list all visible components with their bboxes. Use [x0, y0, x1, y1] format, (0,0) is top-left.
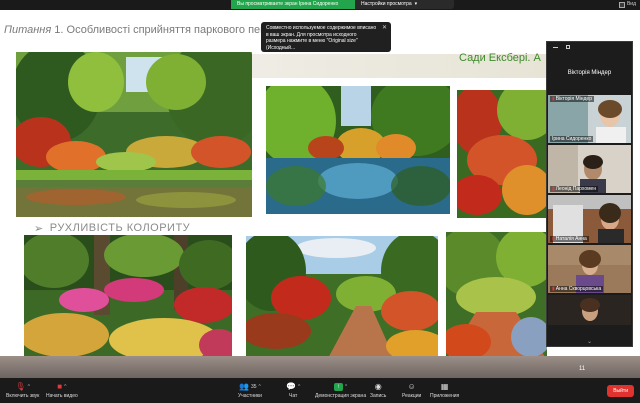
slide-page-number: 11 [579, 366, 586, 372]
participants-video-panel: Вікторія Міндер ▮Вікторія Міндер Ірина С… [546, 41, 633, 347]
unmute-label: Включить звук [6, 393, 40, 399]
mic-muted-icon: ▮ [552, 236, 555, 242]
section-heading: ➢ РУХЛИВІСТЬ КОЛОРИТУ [34, 222, 190, 235]
view-button[interactable]: Вид [618, 1, 636, 8]
mic-off-icon: 🎙 [15, 382, 26, 391]
reactions-button[interactable]: ☺ Реакции [402, 381, 421, 399]
smiley-icon: ☺ [407, 382, 416, 391]
mic-muted-icon: ▮ [552, 186, 555, 192]
close-icon[interactable]: ✕ [382, 25, 387, 32]
participants-button[interactable]: 👥 35 ^ Участники [238, 381, 262, 399]
chevron-up-icon[interactable]: ^ [259, 384, 261, 390]
top-share-bar: Вы просматриваете экран Ірина Сидоренко … [0, 0, 640, 10]
zoom-meeting-window: Вы просматриваете экран Ірина Сидоренко … [0, 0, 640, 403]
participant-name: ▮Анна Скворцовська [550, 286, 604, 292]
apps-label: Приложения [430, 393, 460, 399]
meeting-toolbar: 🎙 ^ Включить звук ■ ^ Начать видео 👥 35 ^ Уч… [0, 379, 640, 403]
apps-icon: ▦ [440, 382, 449, 391]
record-button[interactable]: ◉ Запись [370, 381, 386, 399]
video-off-icon: ■ [57, 382, 63, 391]
unmute-button[interactable]: 🎙 ^ Включить звук [6, 381, 39, 399]
panel-header [547, 42, 632, 52]
screen-share-pill: Вы просматриваете экран Ірина Сидоренко … [231, 0, 454, 9]
view-options-label: Настройки просмотра [361, 1, 412, 7]
chat-button[interactable]: 💬 ^ Чат [286, 381, 300, 399]
chevron-up-icon[interactable]: ^ [345, 384, 347, 390]
garden-photo-path [246, 236, 438, 362]
host-video-tile[interactable]: Вікторія Міндер [547, 52, 632, 94]
garden-photo-pond [266, 86, 450, 214]
reactions-label: Реакции [402, 393, 422, 399]
people-icon: 👥 [239, 382, 249, 391]
bullet-arrow-icon: ➢ [34, 223, 44, 235]
fit-screen-tooltip: Совместно используемое содержимое вписан… [261, 22, 391, 52]
garden-photo-lake [16, 52, 252, 217]
share-screen-button[interactable]: ↑ ^ Демонстрация экрана [315, 381, 366, 399]
record-icon: ◉ [374, 382, 382, 391]
video-tile[interactable]: ▮Вікторія Міндер Ірина Сидоренко [548, 95, 631, 143]
garden-photo-red-foliage [457, 90, 547, 218]
chevron-down-icon[interactable]: ⌄ [587, 338, 592, 345]
chat-icon: 💬 [286, 382, 296, 391]
slide-footer-bar [0, 356, 640, 378]
slide-title: Питання 1. Особливості сприйняття парков… [4, 24, 266, 36]
share-status-label: Вы просматриваете экран Ірина Сидоренко [231, 0, 355, 9]
video-tile[interactable]: ▮Наталія Анна [548, 195, 631, 243]
start-video-button[interactable]: ■ ^ Начать видео [46, 381, 78, 399]
chevron-up-icon[interactable]: ^ [28, 384, 30, 390]
participant-name: ▮Наталія Анна [550, 236, 589, 242]
mic-muted-icon: ▮ [552, 96, 555, 102]
video-tile[interactable]: ▮Анна Скворцовська [548, 245, 631, 293]
leave-meeting-button[interactable]: Выйти [607, 385, 634, 397]
garden-photo-azaleas [24, 235, 232, 363]
record-label: Запись [370, 393, 387, 399]
shared-slide: Питання 1. Особливості сприйняття парков… [0, 10, 640, 378]
share-screen-icon: ↑ [333, 382, 343, 391]
participant-name: ▮Леонід Пархомен [550, 186, 599, 192]
video-tile[interactable]: ▮Леонід Пархомен [548, 145, 631, 193]
view-label: Вид [626, 1, 636, 7]
participants-label: Участники [238, 393, 262, 399]
start-video-label: Начать видео [46, 393, 78, 399]
apps-button[interactable]: ▦ Приложения [430, 381, 459, 399]
participant-name: Ірина Сидоренко [550, 136, 594, 142]
slide-title-rest: 1. Особливості сприйняття паркового пей [54, 24, 267, 36]
view-options-button[interactable]: Настройки просмотра ▾ [355, 0, 423, 9]
tooltip-text: Совместно используемое содержимое вписан… [266, 25, 377, 51]
minimize-icon[interactable] [553, 46, 558, 48]
chevron-up-icon[interactable]: ^ [298, 384, 300, 390]
chevron-up-icon[interactable]: ^ [64, 384, 66, 390]
slide-subtitle: Сади Ексбері. А [459, 52, 541, 64]
participants-count: 35 [250, 383, 257, 390]
participant-name: ▮Вікторія Міндер [550, 96, 594, 102]
chat-label: Чат [289, 393, 298, 399]
video-tile[interactable] [548, 295, 631, 325]
expand-icon[interactable] [566, 45, 570, 49]
chevron-down-icon: ▾ [414, 1, 418, 7]
mic-muted-icon: ▮ [552, 286, 555, 292]
garden-photo-autumn [446, 232, 547, 360]
host-name: Вікторія Міндер [567, 70, 612, 76]
slide-title-prefix: Питання [4, 24, 52, 36]
section-heading-label: РУХЛИВІСТЬ КОЛОРИТУ [49, 222, 191, 234]
grid-view-icon [618, 1, 625, 8]
share-screen-label: Демонстрация экрана [315, 393, 367, 399]
